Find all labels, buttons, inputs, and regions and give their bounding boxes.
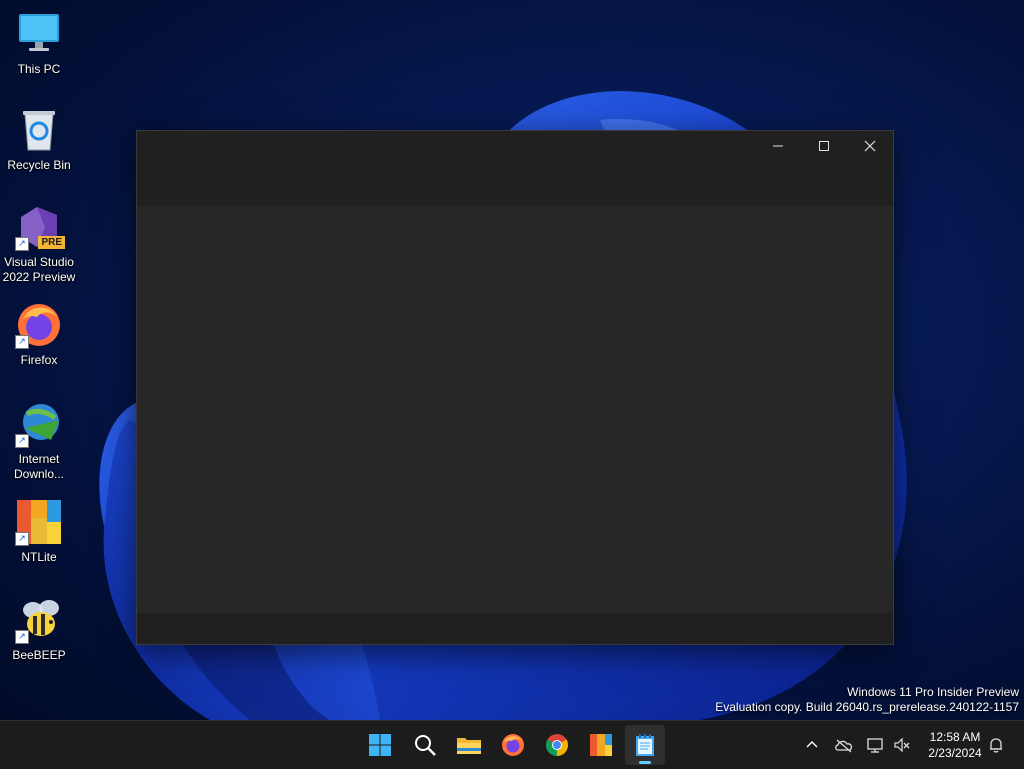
window-status-bar	[137, 613, 893, 644]
maximize-button[interactable]	[801, 131, 847, 161]
chrome-icon	[546, 734, 568, 756]
search-icon	[415, 735, 436, 756]
desktop-icon-label: NTLite	[21, 550, 57, 564]
volume-tray-button[interactable]	[890, 733, 914, 757]
ntlite-icon	[590, 734, 612, 756]
show-hidden-icons-button[interactable]	[800, 733, 824, 757]
file-explorer-icon	[457, 738, 481, 754]
app-window[interactable]	[136, 130, 894, 645]
taskbar-chrome-button[interactable]	[537, 725, 577, 765]
shortcut-arrow-icon: ↗	[15, 630, 29, 644]
window-content-area[interactable]	[137, 206, 893, 613]
badge-pre: PRE	[38, 236, 65, 249]
clock[interactable]: 12:58 AM 2/23/2024	[918, 729, 992, 761]
taskbar-firefox-button[interactable]	[493, 725, 533, 765]
shortcut-arrow-icon: ↗	[15, 237, 29, 251]
watermark-line-2: Evaluation copy. Build 26040.rs_prerelea…	[715, 700, 1019, 714]
taskbar: 12:58 AM 2/23/2024	[0, 720, 1024, 769]
window-titlebar[interactable]	[137, 131, 893, 206]
desktop-icon-visual-studio[interactable]: PRE ↗ Visual Studio 2022 Preview	[0, 203, 78, 285]
recycle-bin-icon	[15, 106, 63, 154]
visual-studio-icon: PRE ↗	[15, 203, 65, 251]
active-app-indicator	[639, 761, 651, 764]
start-icon	[369, 734, 391, 756]
clock-date: 2/23/2024	[928, 746, 982, 760]
shortcut-arrow-icon: ↗	[15, 335, 29, 349]
desktop-icon-label: BeeBEEP	[12, 648, 66, 662]
start-button[interactable]	[360, 725, 400, 765]
ntlite-icon: ↗	[15, 498, 63, 546]
taskbar-notepad-button[interactable]	[625, 725, 665, 765]
beebeep-icon: ↗	[15, 596, 63, 644]
notifications-button[interactable]	[984, 733, 1008, 757]
internet-download-manager-icon: ↗	[15, 400, 63, 448]
desktop-icon-label: Recycle Bin	[7, 158, 71, 172]
desktop-icon-label: Firefox	[20, 353, 58, 367]
desktop-icon-label: Internet Downlo...	[13, 452, 65, 481]
taskbar-ntlite-button[interactable]	[581, 725, 621, 765]
volume-muted-icon	[894, 737, 910, 753]
firefox-icon: ↗	[15, 301, 63, 349]
desktop-icon-this-pc[interactable]: This PC	[0, 10, 78, 77]
maximize-icon	[819, 141, 829, 151]
watermark-line-1: Windows 11 Pro Insider Preview	[847, 685, 1019, 699]
evaluation-watermark: Windows 11 Pro Insider Preview Evaluatio…	[715, 685, 1019, 715]
notification-bell-icon	[990, 738, 1002, 753]
firefox-icon	[502, 734, 524, 756]
desktop-icon-ntlite[interactable]: ↗ NTLite	[0, 498, 78, 565]
shortcut-arrow-icon: ↗	[15, 434, 29, 448]
onedrive-icon	[835, 739, 853, 753]
search-button[interactable]	[405, 725, 445, 765]
file-explorer-button[interactable]	[449, 725, 489, 765]
close-icon	[864, 140, 876, 152]
notepad-icon	[636, 734, 654, 756]
desktop-icon-internet-download-manager[interactable]: ↗ Internet Downlo...	[0, 400, 78, 482]
shortcut-arrow-icon: ↗	[15, 532, 29, 546]
close-button[interactable]	[847, 131, 893, 161]
desktop-icon-recycle-bin[interactable]: Recycle Bin	[0, 106, 78, 173]
monitor-icon	[15, 10, 63, 58]
network-icon	[867, 738, 883, 753]
chevron-up-icon	[806, 741, 818, 748]
clock-time: 12:58 AM	[929, 730, 981, 744]
desktop-icon-label: Visual Studio 2022 Preview	[2, 255, 76, 284]
minimize-icon	[773, 145, 783, 147]
desktop-icon-beebeep[interactable]: ↗ BeeBEEP	[0, 596, 78, 663]
network-tray-button[interactable]	[864, 733, 888, 757]
minimize-button[interactable]	[755, 131, 801, 161]
onedrive-tray-button[interactable]	[832, 733, 856, 757]
desktop-icon-firefox[interactable]: ↗ Firefox	[0, 301, 78, 368]
desktop-icon-label: This PC	[17, 62, 61, 76]
